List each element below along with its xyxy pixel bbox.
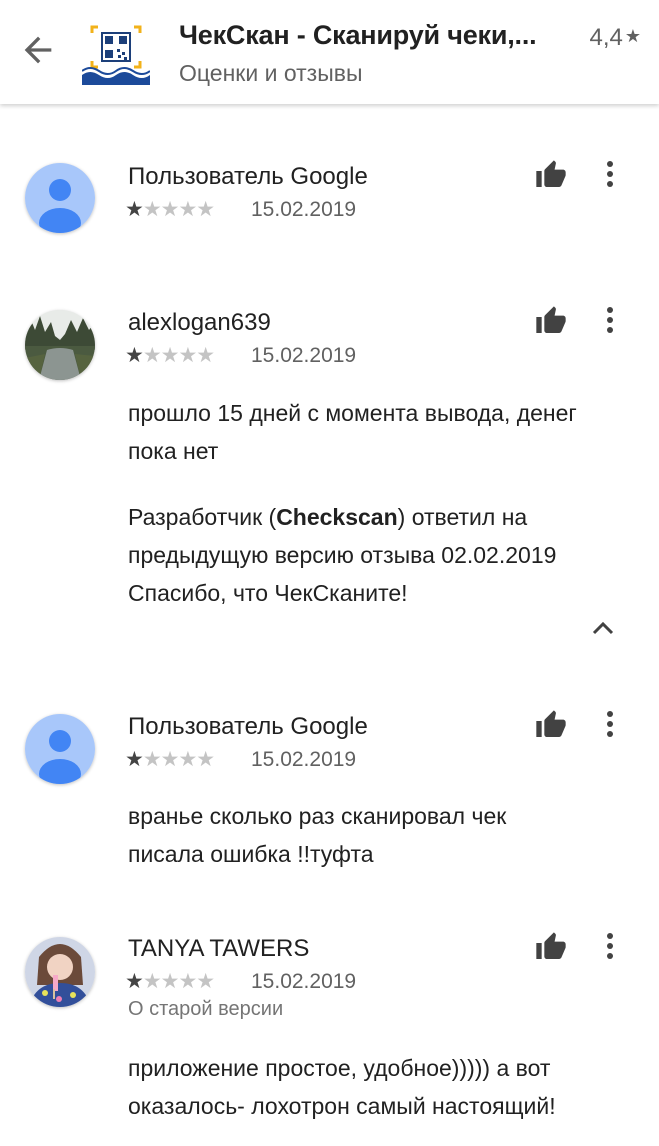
reply-text: Спасибо, что ЧекСканите! [128, 580, 408, 606]
review-author: Пользователь Google [128, 163, 368, 190]
page-title: ЧекСкан - Сканируй чеки,... [179, 20, 537, 50]
review-author: Пользователь Google [128, 713, 368, 740]
review-text: вранье сколько раз сканировал чек писала… [128, 803, 507, 867]
review-date: 15.02.2019 [251, 198, 357, 221]
review-author: alexlogan639 [128, 309, 271, 336]
rating-value: 4,4 [589, 24, 623, 51]
thumbs-up-icon[interactable] [534, 709, 568, 741]
review-date: 15.02.2019 [251, 970, 357, 993]
avatar [25, 163, 95, 233]
page-subtitle: Оценки и отзывы [179, 60, 363, 86]
chevron-up-icon[interactable] [588, 616, 618, 640]
back-arrow-icon[interactable] [18, 30, 58, 70]
rating-star-icon: ★ [624, 26, 641, 46]
review-date: 15.02.2019 [251, 748, 357, 771]
developer-name: Checkscan [276, 504, 398, 530]
app-rating: 4,4 ★ [589, 24, 641, 52]
app-bar: ЧекСкан - Сканируй чеки,... Оценки и отз… [0, 0, 659, 104]
thumbs-up-icon[interactable] [534, 931, 568, 963]
avatar [25, 937, 95, 1007]
more-options-icon[interactable] [600, 159, 620, 189]
star-rating: ★★★★★ [125, 344, 215, 367]
more-options-icon[interactable] [600, 305, 620, 335]
reply-prefix: Разработчик ( [128, 504, 277, 530]
review-author: TANYA TAWERS [128, 935, 310, 962]
avatar [25, 714, 95, 784]
app-logo-icon [82, 21, 150, 85]
thumbs-up-icon[interactable] [534, 159, 568, 191]
avatar [25, 310, 95, 380]
more-options-icon[interactable] [600, 931, 620, 961]
old-version-label: О старой версии [128, 998, 284, 1020]
thumbs-up-icon[interactable] [534, 305, 568, 337]
star-rating: ★★★★★ [125, 970, 215, 993]
review-text: приложение простое, удобное))))) а вот о… [128, 1055, 556, 1119]
more-options-icon[interactable] [600, 709, 620, 739]
star-rating: ★★★★★ [125, 748, 215, 771]
review-date: 15.02.2019 [251, 344, 357, 367]
star-rating: ★★★★★ [125, 198, 215, 221]
review-text: прошло 15 дней с момента вывода, денег п… [128, 400, 577, 464]
developer-reply: Разработчик (Checkscan) ответил на преды… [128, 498, 628, 612]
